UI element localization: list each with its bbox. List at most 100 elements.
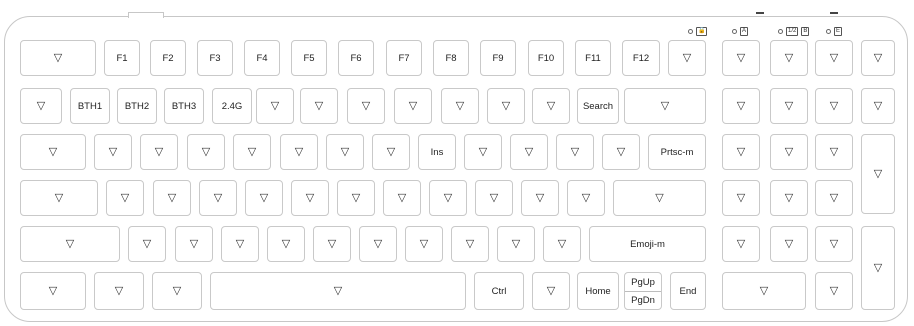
key-blank[interactable]: ▽	[722, 40, 760, 76]
key-prtsc[interactable]: Prtsc-m	[648, 134, 706, 170]
key-blank[interactable]: ▽	[313, 226, 351, 262]
key-f1[interactable]: F1	[104, 40, 140, 76]
key-f12[interactable]: F12	[622, 40, 660, 76]
key-f4[interactable]: F4	[244, 40, 280, 76]
key-blank[interactable]: ▽	[770, 88, 808, 124]
key-f5[interactable]: F5	[291, 40, 327, 76]
key-blank[interactable]: ▽	[770, 134, 808, 170]
key-f8[interactable]: F8	[433, 40, 469, 76]
key-ins[interactable]: Ins	[418, 134, 456, 170]
key-blank[interactable]: ▽	[152, 272, 202, 310]
key-blank[interactable]: ▽	[624, 88, 706, 124]
key-blank[interactable]: ▽	[770, 226, 808, 262]
key-blank[interactable]: ▽	[394, 88, 432, 124]
key-f2[interactable]: F2	[150, 40, 186, 76]
key-blank[interactable]: ▽	[543, 226, 581, 262]
triangle-down-icon: ▽	[511, 237, 521, 250]
key-blank[interactable]: ▽	[464, 134, 502, 170]
key-blank[interactable]: ▽	[128, 226, 166, 262]
key-blank[interactable]: ▽	[722, 180, 760, 216]
key-blank[interactable]: ▽	[861, 88, 895, 124]
key-blank[interactable]: ▽	[256, 88, 294, 124]
key-blank[interactable]: ▽	[770, 40, 808, 76]
key-blank[interactable]: ▽	[94, 272, 144, 310]
key-esc[interactable]: ▽	[20, 40, 96, 76]
key-bth2[interactable]: BTH2	[117, 88, 157, 124]
key-blank[interactable]: ▽	[140, 134, 178, 170]
key-blank[interactable]: ▽	[722, 272, 806, 310]
key-blank[interactable]: ▽	[383, 180, 421, 216]
key-f10[interactable]: F10	[528, 40, 564, 76]
key-blank[interactable]: ▽	[359, 226, 397, 262]
key-blank[interactable]: ▽	[20, 134, 86, 170]
key-blank[interactable]: ▽	[267, 226, 305, 262]
key-blank[interactable]: ▽	[861, 226, 895, 310]
key-blank[interactable]: ▽	[337, 180, 375, 216]
key-blank[interactable]: ▽	[861, 134, 895, 214]
key-blank[interactable]: ▽	[861, 40, 895, 76]
key-blank[interactable]: ▽	[556, 134, 594, 170]
key-blank[interactable]: ▽	[602, 134, 640, 170]
triangle-down-icon: ▽	[443, 191, 453, 204]
key-blank[interactable]: ▽	[532, 272, 570, 310]
key-f9[interactable]: F9	[480, 40, 516, 76]
key-blank[interactable]: ▽	[815, 88, 853, 124]
key-f11[interactable]: F11	[575, 40, 611, 76]
key-emoji[interactable]: Emoji-m	[589, 226, 706, 262]
key-blank[interactable]: ▽	[668, 40, 706, 76]
key-blank[interactable]: ▽	[815, 180, 853, 216]
key-blank[interactable]: ▽	[326, 134, 364, 170]
key-blank[interactable]: ▽	[405, 226, 443, 262]
key-blank[interactable]: ▽	[20, 88, 62, 124]
key-blank[interactable]: ▽	[722, 88, 760, 124]
key-blank[interactable]: ▽	[20, 272, 86, 310]
key-blank[interactable]: ▽	[94, 134, 132, 170]
key-f6[interactable]: F6	[338, 40, 374, 76]
key-home[interactable]: Home	[577, 272, 619, 310]
key-blank[interactable]: ▽	[487, 88, 525, 124]
key-blank[interactable]: ▽	[521, 180, 559, 216]
triangle-down-icon: ▽	[154, 145, 164, 158]
key-blank[interactable]: ▽	[221, 226, 259, 262]
key-bth3[interactable]: BTH3	[164, 88, 204, 124]
key-blank[interactable]: ▽	[722, 226, 760, 262]
key-blank[interactable]: ▽	[815, 226, 853, 262]
key-blank[interactable]: ▽	[347, 88, 385, 124]
key-blank[interactable]: ▽	[199, 180, 237, 216]
key-ctrl[interactable]: Ctrl	[474, 272, 524, 310]
key-pgup-pgdn[interactable]: PgUp PgDn	[624, 272, 662, 310]
key-blank[interactable]: ▽	[233, 134, 271, 170]
key-blank[interactable]: ▽	[475, 180, 513, 216]
key-blank[interactable]: ▽	[451, 226, 489, 262]
key-blank[interactable]: ▽	[291, 180, 329, 216]
key-24g[interactable]: 2.4G	[212, 88, 252, 124]
key-blank[interactable]: ▽	[815, 134, 853, 170]
key-blank[interactable]: ▽	[532, 88, 570, 124]
key-blank[interactable]: ▽	[497, 226, 535, 262]
key-end[interactable]: End	[670, 272, 706, 310]
key-bth1[interactable]: BTH1	[70, 88, 110, 124]
key-blank[interactable]: ▽	[372, 134, 410, 170]
key-blank[interactable]: ▽	[770, 180, 808, 216]
key-blank[interactable]: ▽	[815, 272, 853, 310]
key-blank[interactable]: ▽	[722, 134, 760, 170]
key-blank[interactable]: ▽	[429, 180, 467, 216]
key-search[interactable]: Search	[577, 88, 619, 124]
key-blank[interactable]: ▽	[153, 180, 191, 216]
key-blank[interactable]: ▽	[510, 134, 548, 170]
key-blank[interactable]: ▽	[613, 180, 706, 216]
key-blank[interactable]: ▽	[20, 180, 98, 216]
key-blank[interactable]: ▽	[567, 180, 605, 216]
key-space[interactable]: ▽	[210, 272, 466, 310]
key-f7[interactable]: F7	[386, 40, 422, 76]
key-blank[interactable]: ▽	[106, 180, 144, 216]
key-blank[interactable]: ▽	[187, 134, 225, 170]
key-blank[interactable]: ▽	[815, 40, 853, 76]
key-blank[interactable]: ▽	[20, 226, 120, 262]
key-blank[interactable]: ▽	[175, 226, 213, 262]
key-blank[interactable]: ▽	[280, 134, 318, 170]
key-blank[interactable]: ▽	[300, 88, 338, 124]
key-f3[interactable]: F3	[197, 40, 233, 76]
key-blank[interactable]: ▽	[245, 180, 283, 216]
key-blank[interactable]: ▽	[441, 88, 479, 124]
